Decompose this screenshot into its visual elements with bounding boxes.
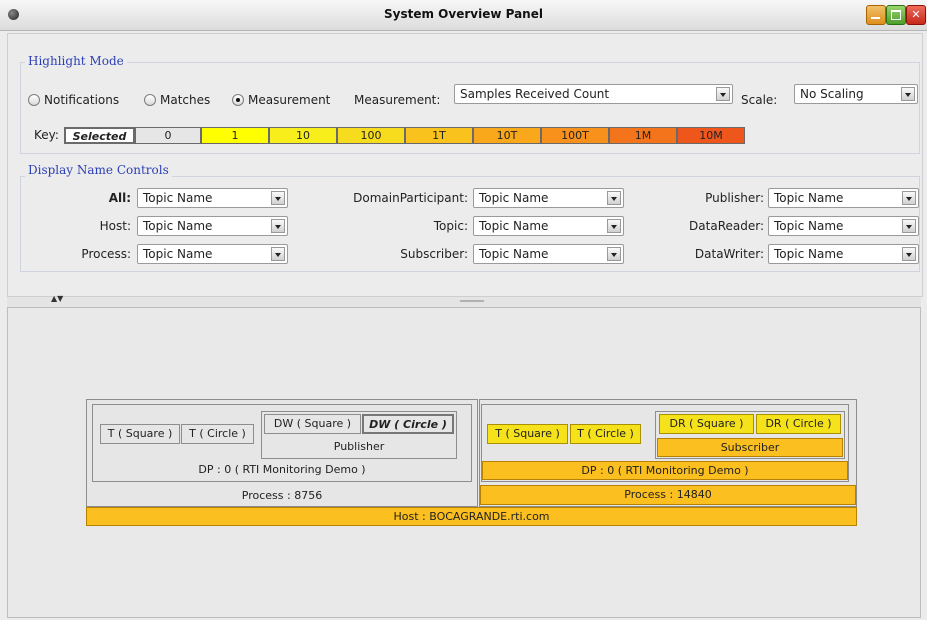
process-label: Process : 8756 — [241, 489, 323, 502]
publisher-dropdown[interactable]: Topic Name — [768, 188, 919, 208]
datareader-label: DataReader: — [689, 219, 764, 233]
application-window: System Overview Panel ✕ Highlight Mode N… — [0, 0, 927, 620]
measurement-dropdown[interactable]: Samples Received Count — [454, 84, 733, 104]
radio-label: Matches — [160, 93, 211, 107]
datawriter-label: DataWriter: — [694, 247, 764, 261]
radio-circle[interactable] — [28, 94, 40, 106]
topic-box-circle-right[interactable]: T ( Circle ) — [570, 424, 641, 444]
chevron-down-icon[interactable] — [716, 87, 730, 101]
minimize-button[interactable] — [866, 5, 886, 25]
radio-circle[interactable] — [144, 94, 156, 106]
datawriter-dropdown[interactable]: Topic Name — [768, 244, 919, 264]
close-button[interactable]: ✕ — [906, 5, 926, 25]
host-label: Host: — [99, 219, 131, 233]
host-box[interactable]: Host : BOCAGRANDE.rti.com — [86, 507, 857, 526]
maximize-button[interactable] — [886, 5, 906, 25]
process-dropdown[interactable]: Topic Name — [137, 244, 288, 264]
divider-grip-icon[interactable] — [460, 300, 484, 302]
participant-label-bar-right: DP : 0 ( RTI Monitoring Demo ) — [482, 461, 848, 480]
dropdown-value: Topic Name — [143, 191, 213, 205]
dropdown-value: Topic Name — [774, 191, 844, 205]
highlight-mode-title: Highlight Mode — [25, 54, 127, 68]
topic-label: Topic: — [433, 219, 468, 233]
topic-dropdown[interactable]: Topic Name — [473, 216, 624, 236]
key-selected: Selected — [64, 127, 135, 144]
subscriber-label-bar: Subscriber — [657, 438, 843, 457]
key-100: 100 — [337, 127, 405, 144]
chevron-down-icon[interactable] — [902, 247, 916, 261]
collapse-arrows-icon[interactable]: ▲▼ — [51, 294, 63, 303]
topic-box-square-right[interactable]: T ( Square ) — [487, 424, 568, 444]
participant-label: DP : 0 ( RTI Monitoring Demo ) — [581, 464, 749, 477]
key-10t: 10T — [473, 127, 541, 144]
display-name-controls-title: Display Name Controls — [25, 163, 172, 177]
dropdown-value: Topic Name — [143, 247, 213, 261]
publisher-label: Publisher — [333, 440, 385, 453]
key-0: 0 — [135, 127, 201, 144]
chevron-down-icon[interactable] — [607, 219, 621, 233]
subscriber-dropdown[interactable]: Topic Name — [473, 244, 624, 264]
key-1: 1 — [201, 127, 269, 144]
scale-value: No Scaling — [800, 87, 864, 101]
chevron-down-icon[interactable] — [271, 191, 285, 205]
key-100t: 100T — [541, 127, 609, 144]
all-dropdown[interactable]: Topic Name — [137, 188, 288, 208]
key-10m: 10M — [677, 127, 745, 144]
datareader-box-square[interactable]: DR ( Square ) — [659, 414, 754, 434]
window-title: System Overview Panel — [384, 7, 543, 21]
chevron-down-icon[interactable] — [902, 191, 916, 205]
domainparticipant-label: DomainParticipant: — [353, 191, 468, 205]
dropdown-value: Topic Name — [479, 191, 549, 205]
topic-box-square-left[interactable]: T ( Square ) — [100, 424, 180, 444]
dropdown-value: Topic Name — [143, 219, 213, 233]
dropdown-value: Topic Name — [479, 247, 549, 261]
dropdown-value: Topic Name — [774, 219, 844, 233]
scale-label: Scale: — [741, 93, 778, 107]
key-10: 10 — [269, 127, 337, 144]
process-label: Process : 14840 — [624, 488, 712, 501]
chevron-down-icon[interactable] — [271, 219, 285, 233]
radio-notifications[interactable]: Notifications — [28, 92, 119, 108]
chevron-down-icon[interactable] — [607, 191, 621, 205]
domainparticipant-dropdown[interactable]: Topic Name — [473, 188, 624, 208]
datawriter-box-square[interactable]: DW ( Square ) — [264, 414, 361, 434]
radio-circle-selected[interactable] — [232, 94, 244, 106]
chevron-down-icon[interactable] — [607, 247, 621, 261]
all-label: All: — [108, 191, 131, 205]
topic-box-circle-left[interactable]: T ( Circle ) — [181, 424, 254, 444]
publisher-label: Publisher: — [705, 191, 764, 205]
measurement-label: Measurement: — [354, 93, 441, 107]
key-label: Key: — [34, 128, 59, 142]
radio-label: Measurement — [248, 93, 331, 107]
chevron-down-icon[interactable] — [271, 247, 285, 261]
dropdown-value: Topic Name — [774, 247, 844, 261]
key-1m: 1M — [609, 127, 677, 144]
radio-measurement[interactable]: Measurement — [232, 92, 330, 108]
host-dropdown[interactable]: Topic Name — [137, 216, 288, 236]
datawriter-box-circle[interactable]: DW ( Circle ) — [362, 414, 454, 434]
measurement-value: Samples Received Count — [460, 87, 610, 101]
datareader-dropdown[interactable]: Topic Name — [768, 216, 919, 236]
participant-label: DP : 0 ( RTI Monitoring Demo ) — [198, 463, 366, 476]
process-label: Process: — [81, 247, 131, 261]
key-1t: 1T — [405, 127, 473, 144]
subscriber-label: Subscriber: — [400, 247, 468, 261]
chevron-down-icon[interactable] — [901, 87, 915, 101]
datareader-box-circle[interactable]: DR ( Circle ) — [756, 414, 841, 434]
subscriber-label: Subscriber — [720, 441, 780, 454]
dropdown-value: Topic Name — [479, 219, 549, 233]
radio-matches[interactable]: Matches — [144, 92, 210, 108]
radio-label: Notifications — [44, 93, 120, 107]
process-label-bar-right: Process : 14840 — [480, 485, 856, 505]
chevron-down-icon[interactable] — [902, 219, 916, 233]
title-bar[interactable]: System Overview Panel ✕ — [0, 0, 927, 31]
scale-dropdown[interactable]: No Scaling — [794, 84, 918, 104]
host-label: Host : BOCAGRANDE.rti.com — [393, 510, 550, 523]
